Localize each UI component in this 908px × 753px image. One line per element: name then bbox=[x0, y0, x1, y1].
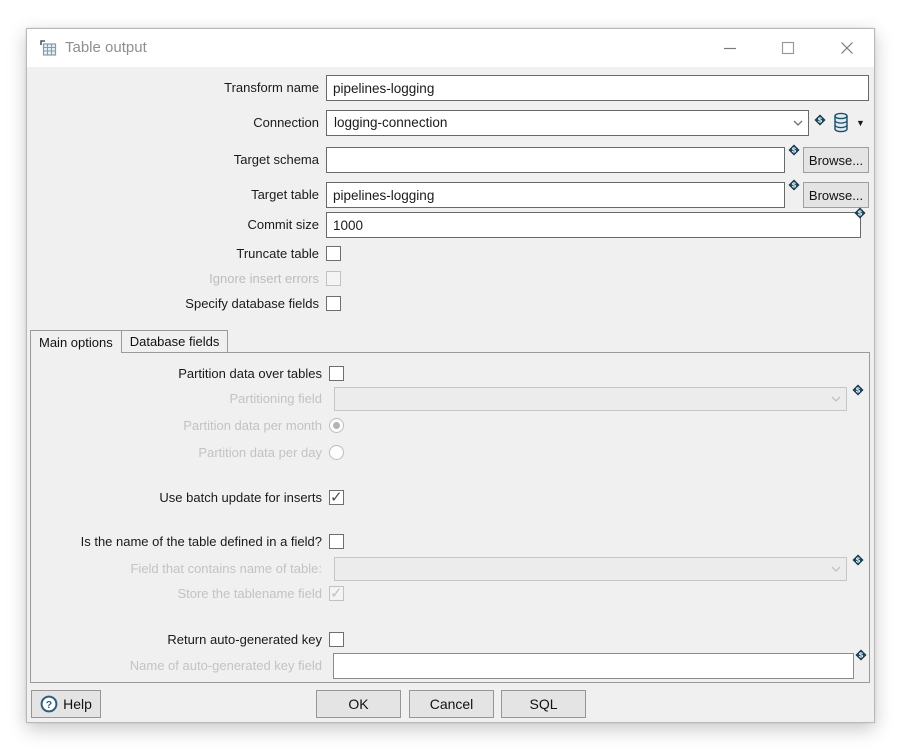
target-table-row: Target table $ Browse... bbox=[27, 182, 874, 208]
variable-icon: $ bbox=[854, 648, 868, 662]
chevron-down-icon bbox=[826, 388, 846, 410]
table-name-in-field-row: Is the name of the table defined in a fi… bbox=[31, 534, 869, 550]
store-tablename-row: Store the tablename field bbox=[31, 586, 869, 602]
connection-value: logging-connection bbox=[334, 115, 447, 130]
cancel-button[interactable]: Cancel bbox=[409, 690, 494, 718]
dialog-title: Table output bbox=[65, 39, 147, 56]
connection-combo[interactable]: logging-connection bbox=[326, 110, 809, 136]
help-icon: ? bbox=[40, 695, 58, 713]
table-name-in-field-checkbox[interactable] bbox=[329, 534, 344, 549]
tab-main-options[interactable]: Main options bbox=[30, 330, 122, 353]
ignore-insert-errors-label: Ignore insert errors bbox=[27, 271, 319, 287]
specify-database-fields-label: Specify database fields bbox=[27, 296, 319, 312]
auto-key-field-row: Name of auto-generated key field $ bbox=[31, 653, 869, 679]
store-tablename-checkbox bbox=[329, 586, 344, 601]
partition-per-day-label: Partition data per day bbox=[31, 445, 322, 461]
main-options-panel: Partition data over tables Partitioning … bbox=[30, 352, 870, 683]
return-auto-key-label: Return auto-generated key bbox=[31, 632, 322, 648]
browse-schema-button[interactable]: Browse... bbox=[803, 147, 869, 173]
commit-size-input[interactable] bbox=[326, 212, 861, 238]
close-button[interactable] bbox=[836, 37, 858, 59]
database-icon[interactable] bbox=[832, 111, 850, 133]
help-button-label: Help bbox=[63, 696, 92, 712]
svg-text:?: ? bbox=[46, 699, 52, 711]
table-output-dialog: Table output Transform name Connection l… bbox=[26, 28, 875, 723]
auto-key-field-label: Name of auto-generated key field bbox=[31, 653, 322, 679]
commit-size-row: Commit size $ bbox=[27, 212, 874, 238]
commit-size-label: Commit size bbox=[27, 212, 319, 238]
table-output-icon bbox=[39, 39, 57, 57]
tab-bar: Main options Database fields bbox=[30, 330, 870, 353]
browse-table-button[interactable]: Browse... bbox=[803, 182, 869, 208]
return-auto-key-checkbox[interactable] bbox=[329, 632, 344, 647]
batch-update-label: Use batch update for inserts bbox=[31, 490, 322, 506]
partitioning-field-label: Partitioning field bbox=[31, 387, 322, 411]
connection-row: Connection logging-connection $ ▼ bbox=[27, 110, 874, 136]
store-tablename-label: Store the tablename field bbox=[31, 586, 322, 602]
partition-over-tables-row: Partition data over tables bbox=[31, 366, 869, 382]
partitioning-field-row: Partitioning field $ bbox=[31, 387, 869, 411]
partition-over-tables-label: Partition data over tables bbox=[31, 366, 322, 382]
table-name-in-field-label: Is the name of the table defined in a fi… bbox=[31, 534, 322, 550]
variable-icon: $ bbox=[787, 143, 801, 157]
partition-per-month-row: Partition data per month bbox=[31, 418, 869, 434]
variable-icon: $ bbox=[853, 206, 867, 220]
target-table-label: Target table bbox=[27, 182, 319, 208]
target-schema-row: Target schema $ Browse... bbox=[27, 147, 874, 173]
footer: ? Help OK Cancel SQL bbox=[27, 690, 874, 718]
help-button[interactable]: ? Help bbox=[31, 690, 101, 718]
partition-per-day-row: Partition data per day bbox=[31, 445, 869, 461]
variable-icon: $ bbox=[813, 113, 827, 127]
partition-over-tables-checkbox[interactable] bbox=[329, 366, 344, 381]
partition-per-month-label: Partition data per month bbox=[31, 418, 322, 434]
transform-name-input[interactable] bbox=[326, 75, 869, 101]
sql-button[interactable]: SQL bbox=[501, 690, 586, 718]
minimize-button[interactable] bbox=[719, 37, 741, 59]
chevron-down-icon[interactable] bbox=[788, 111, 808, 135]
auto-key-field-input[interactable] bbox=[333, 653, 854, 679]
field-contains-table-name-row: Field that contains name of table: $ bbox=[31, 557, 869, 581]
chevron-down-icon bbox=[826, 558, 846, 580]
field-contains-table-name-combo bbox=[334, 557, 847, 581]
ignore-insert-errors-checkbox bbox=[326, 271, 341, 286]
connection-label: Connection bbox=[27, 110, 319, 136]
truncate-table-label: Truncate table bbox=[27, 246, 319, 262]
partitioning-field-combo bbox=[334, 387, 847, 411]
field-contains-table-name-label: Field that contains name of table: bbox=[31, 557, 322, 581]
ok-button[interactable]: OK bbox=[316, 690, 401, 718]
connection-menu-dropdown-icon[interactable]: ▼ bbox=[856, 118, 865, 128]
titlebar: Table output bbox=[27, 29, 874, 67]
transform-name-row: Transform name bbox=[27, 75, 874, 101]
return-auto-key-row: Return auto-generated key bbox=[31, 632, 869, 648]
ignore-insert-errors-row: Ignore insert errors bbox=[27, 271, 874, 287]
partition-per-month-radio bbox=[329, 418, 344, 433]
transform-name-label: Transform name bbox=[27, 75, 319, 101]
partition-per-day-radio bbox=[329, 445, 344, 460]
specify-database-fields-row: Specify database fields bbox=[27, 296, 874, 312]
batch-update-row: Use batch update for inserts bbox=[31, 490, 869, 506]
variable-icon: $ bbox=[851, 383, 865, 397]
target-table-input[interactable] bbox=[326, 182, 785, 208]
tab-database-fields[interactable]: Database fields bbox=[121, 330, 229, 352]
target-schema-label: Target schema bbox=[27, 147, 319, 173]
batch-update-checkbox[interactable] bbox=[329, 490, 344, 505]
maximize-button[interactable] bbox=[777, 37, 799, 59]
truncate-table-checkbox[interactable] bbox=[326, 246, 341, 261]
variable-icon: $ bbox=[851, 553, 865, 567]
truncate-table-row: Truncate table bbox=[27, 246, 874, 262]
target-schema-input[interactable] bbox=[326, 147, 785, 173]
specify-database-fields-checkbox[interactable] bbox=[326, 296, 341, 311]
variable-icon: $ bbox=[787, 178, 801, 192]
